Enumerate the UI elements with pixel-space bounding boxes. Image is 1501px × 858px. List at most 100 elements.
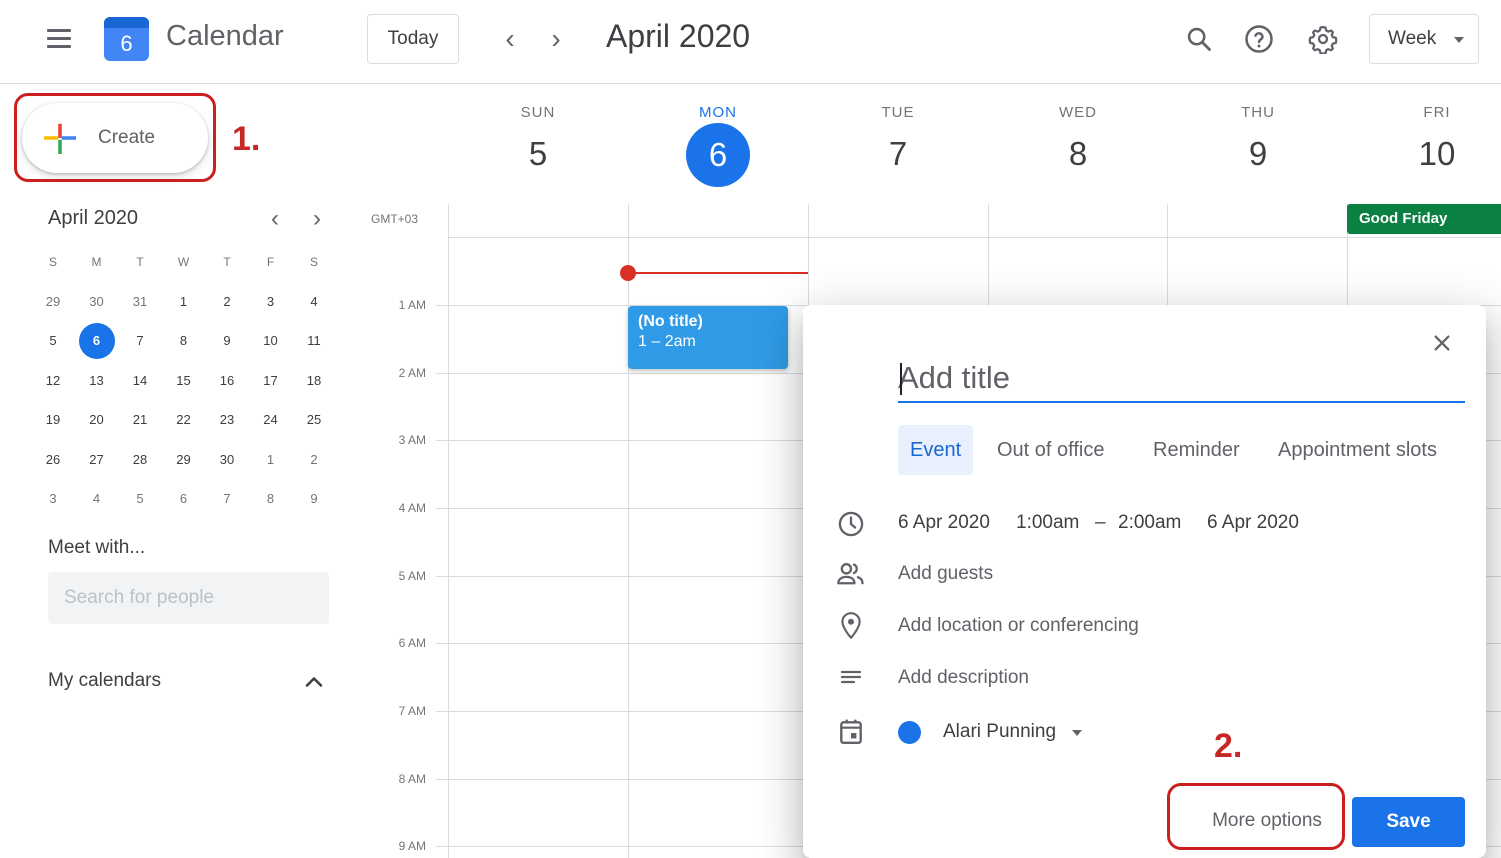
annotation-step-2: 2. (1214, 727, 1243, 765)
previous-week-button[interactable]: ‹ (493, 22, 527, 56)
mini-calendar-day[interactable]: 17 (253, 362, 289, 398)
mini-calendar-day[interactable]: 30 (209, 441, 245, 477)
calendar-app: 6 Calendar Today ‹ › April 2020 Week Cre… (0, 0, 1501, 858)
holiday-event-chip[interactable]: Good Friday (1347, 204, 1501, 234)
my-calendars-heading[interactable]: My calendars (48, 670, 161, 692)
mini-calendar-day[interactable]: 31 (122, 283, 158, 319)
mini-calendar-day[interactable]: 5 (122, 480, 158, 516)
hour-label: 5 AM (398, 569, 426, 583)
mini-calendar-day[interactable]: 1 (253, 441, 289, 477)
day-of-week: WED (1059, 104, 1097, 121)
tab-appointment-slots[interactable]: Appointment slots (1266, 425, 1449, 475)
mini-prev-month-button[interactable]: ‹ (262, 205, 288, 233)
mini-calendar-day[interactable]: 1 (166, 283, 202, 319)
mini-calendar-day[interactable]: 3 (35, 480, 71, 516)
end-date[interactable]: 6 Apr 2020 (1207, 512, 1299, 534)
new-event-chip[interactable]: (No title) 1 – 2am (628, 306, 788, 369)
quick-event-dialog: Event Out of office Reminder Appointment… (803, 305, 1486, 858)
mini-calendar-day[interactable]: 21 (122, 402, 158, 438)
day-number[interactable]: 8 (988, 131, 1168, 177)
mini-calendar-day[interactable]: 10 (253, 323, 289, 359)
mini-calendar-day[interactable]: 9 (296, 480, 332, 516)
help-icon (1245, 25, 1273, 53)
main-menu-button[interactable] (40, 24, 78, 54)
end-time[interactable]: 2:00am (1118, 512, 1181, 534)
day-number[interactable]: 10 (1347, 131, 1501, 177)
day-number[interactable]: 7 (808, 131, 988, 177)
dropdown-arrow-icon[interactable] (1072, 730, 1082, 736)
mini-calendar-day[interactable]: 3 (253, 283, 289, 319)
save-button[interactable]: Save (1352, 797, 1465, 847)
start-date[interactable]: 6 Apr 2020 (898, 512, 990, 534)
day-number[interactable]: 9 (1168, 131, 1348, 177)
mini-calendar-day[interactable]: 15 (166, 362, 202, 398)
view-selector[interactable]: Week (1369, 14, 1479, 64)
day-of-week: THU (1241, 104, 1275, 121)
mini-calendar-day[interactable]: 13 (79, 362, 115, 398)
mini-calendar-day[interactable]: 11 (296, 323, 332, 359)
mini-calendar-day[interactable]: 5 (35, 323, 71, 359)
chevron-left-icon: ‹ (505, 23, 515, 54)
mini-calendar-day[interactable]: 7 (209, 480, 245, 516)
mini-calendar-day[interactable]: 7 (122, 323, 158, 359)
calendar-owner-selector[interactable]: Alari Punning (943, 721, 1056, 743)
settings-button[interactable] (1304, 20, 1342, 58)
hour-label: 3 AM (398, 433, 426, 447)
tab-event[interactable]: Event (898, 425, 974, 475)
start-time[interactable]: 1:00am (1016, 512, 1079, 534)
mini-calendar-day[interactable]: 27 (79, 441, 115, 477)
day-header-wed: WED 8 (988, 104, 1168, 177)
mini-calendar-day[interactable]: 19 (35, 402, 71, 438)
mini-next-month-button[interactable]: › (304, 205, 330, 233)
mini-calendar-day[interactable]: 24 (253, 402, 289, 438)
chevron-right-icon: › (551, 23, 561, 54)
mini-calendar-day[interactable]: 30 (79, 283, 115, 319)
hour-label: 7 AM (398, 704, 426, 718)
day-header-tue: TUE 7 (808, 104, 988, 177)
mini-calendar-day[interactable]: 4 (79, 480, 115, 516)
tab-reminder[interactable]: Reminder (1141, 425, 1252, 475)
mini-calendar-day[interactable]: 16 (209, 362, 245, 398)
help-button[interactable] (1240, 20, 1278, 58)
mini-calendar-day[interactable]: 8 (253, 480, 289, 516)
day-header-mon: MON 6 (628, 104, 808, 187)
next-week-button[interactable]: › (539, 22, 573, 56)
chevron-up-icon[interactable] (300, 668, 328, 696)
view-label: Week (1388, 28, 1437, 49)
add-guests-field[interactable]: Add guests (898, 563, 993, 585)
day-number[interactable]: 5 (448, 131, 628, 177)
today-button[interactable]: Today (367, 14, 459, 64)
dropdown-arrow-icon (1454, 37, 1464, 43)
mini-calendar-day[interactable]: 6 (166, 480, 202, 516)
mini-calendar-day[interactable]: 18 (296, 362, 332, 398)
add-location-field[interactable]: Add location or conferencing (898, 615, 1139, 637)
event-title-input[interactable] (898, 355, 1465, 403)
mini-calendar-day[interactable]: 23 (209, 402, 245, 438)
add-description-field[interactable]: Add description (898, 667, 1029, 689)
mini-calendar-day[interactable]: 8 (166, 323, 202, 359)
day-number[interactable]: 6 (686, 123, 750, 187)
mini-calendar-day[interactable]: 20 (79, 402, 115, 438)
search-button[interactable] (1180, 20, 1218, 58)
mini-calendar-day[interactable]: 28 (122, 441, 158, 477)
mini-calendar-day[interactable]: 6 (78, 322, 115, 359)
hour-label: 9 AM (398, 839, 426, 853)
mini-day-of-week: T (223, 255, 231, 269)
mini-calendar-day[interactable]: 26 (35, 441, 71, 477)
mini-calendar-day[interactable]: 14 (122, 362, 158, 398)
day-of-week: MON (699, 104, 737, 121)
mini-calendar-day[interactable]: 25 (296, 402, 332, 438)
search-people-input[interactable] (48, 572, 329, 624)
mini-calendar-day[interactable]: 9 (209, 323, 245, 359)
mini-calendar-day[interactable]: 29 (166, 441, 202, 477)
logo-day: 6 (120, 31, 133, 56)
mini-calendar-day[interactable]: 4 (296, 283, 332, 319)
mini-calendar-day[interactable]: 12 (35, 362, 71, 398)
menu-icon (47, 29, 71, 32)
mini-calendar-day[interactable]: 29 (35, 283, 71, 319)
tab-out-of-office[interactable]: Out of office (985, 425, 1116, 475)
mini-calendar-day[interactable]: 2 (209, 283, 245, 319)
settings-icon (1308, 26, 1338, 54)
mini-calendar-day[interactable]: 22 (166, 402, 202, 438)
mini-calendar-day[interactable]: 2 (296, 441, 332, 477)
